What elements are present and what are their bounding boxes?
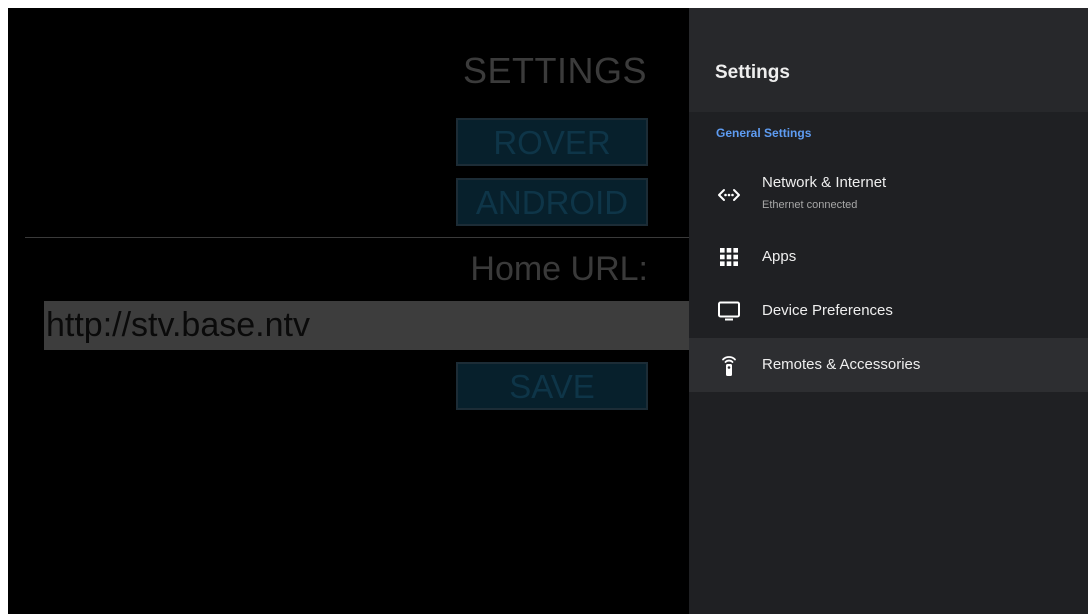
settings-panel: Settings General Settings Network & Inte…: [689, 8, 1088, 614]
menu-item-device-preferences[interactable]: Device Preferences: [689, 284, 1088, 338]
remote-icon: [717, 353, 741, 377]
menu-item-label: Remotes & Accessories: [762, 356, 921, 373]
menu-item-label: Apps: [762, 248, 797, 265]
save-button[interactable]: SAVE: [456, 362, 648, 410]
network-icon: [717, 183, 741, 207]
divider: [25, 237, 689, 238]
tv-monitor-icon: [717, 299, 741, 323]
apps-grid-icon: [717, 245, 741, 269]
menu-item-label: Device Preferences: [762, 302, 893, 319]
background-app: SETTINGS ROVER ANDROID Home URL: http://…: [8, 8, 689, 614]
home-url-input[interactable]: http://stv.base.ntv: [44, 301, 689, 350]
tv-screen: SETTINGS ROVER ANDROID Home URL: http://…: [8, 8, 1088, 614]
settings-panel-title: Settings: [715, 62, 790, 83]
home-url-label: Home URL:: [470, 250, 648, 288]
menu-item-network-internet[interactable]: Network & Internet Ethernet connected: [689, 169, 1088, 221]
background-app-title: SETTINGS: [463, 50, 648, 91]
android-button[interactable]: ANDROID: [456, 178, 648, 226]
menu-item-sublabel: Ethernet connected: [762, 199, 858, 211]
menu-item-label: Network & Internet: [762, 174, 887, 191]
section-header-general-settings: General Settings: [716, 126, 812, 140]
menu-item-remotes-accessories[interactable]: Remotes & Accessories: [689, 338, 1088, 392]
settings-panel-header: Settings: [689, 8, 1088, 112]
rover-button[interactable]: ROVER: [456, 118, 648, 166]
menu-item-apps[interactable]: Apps: [689, 230, 1088, 284]
